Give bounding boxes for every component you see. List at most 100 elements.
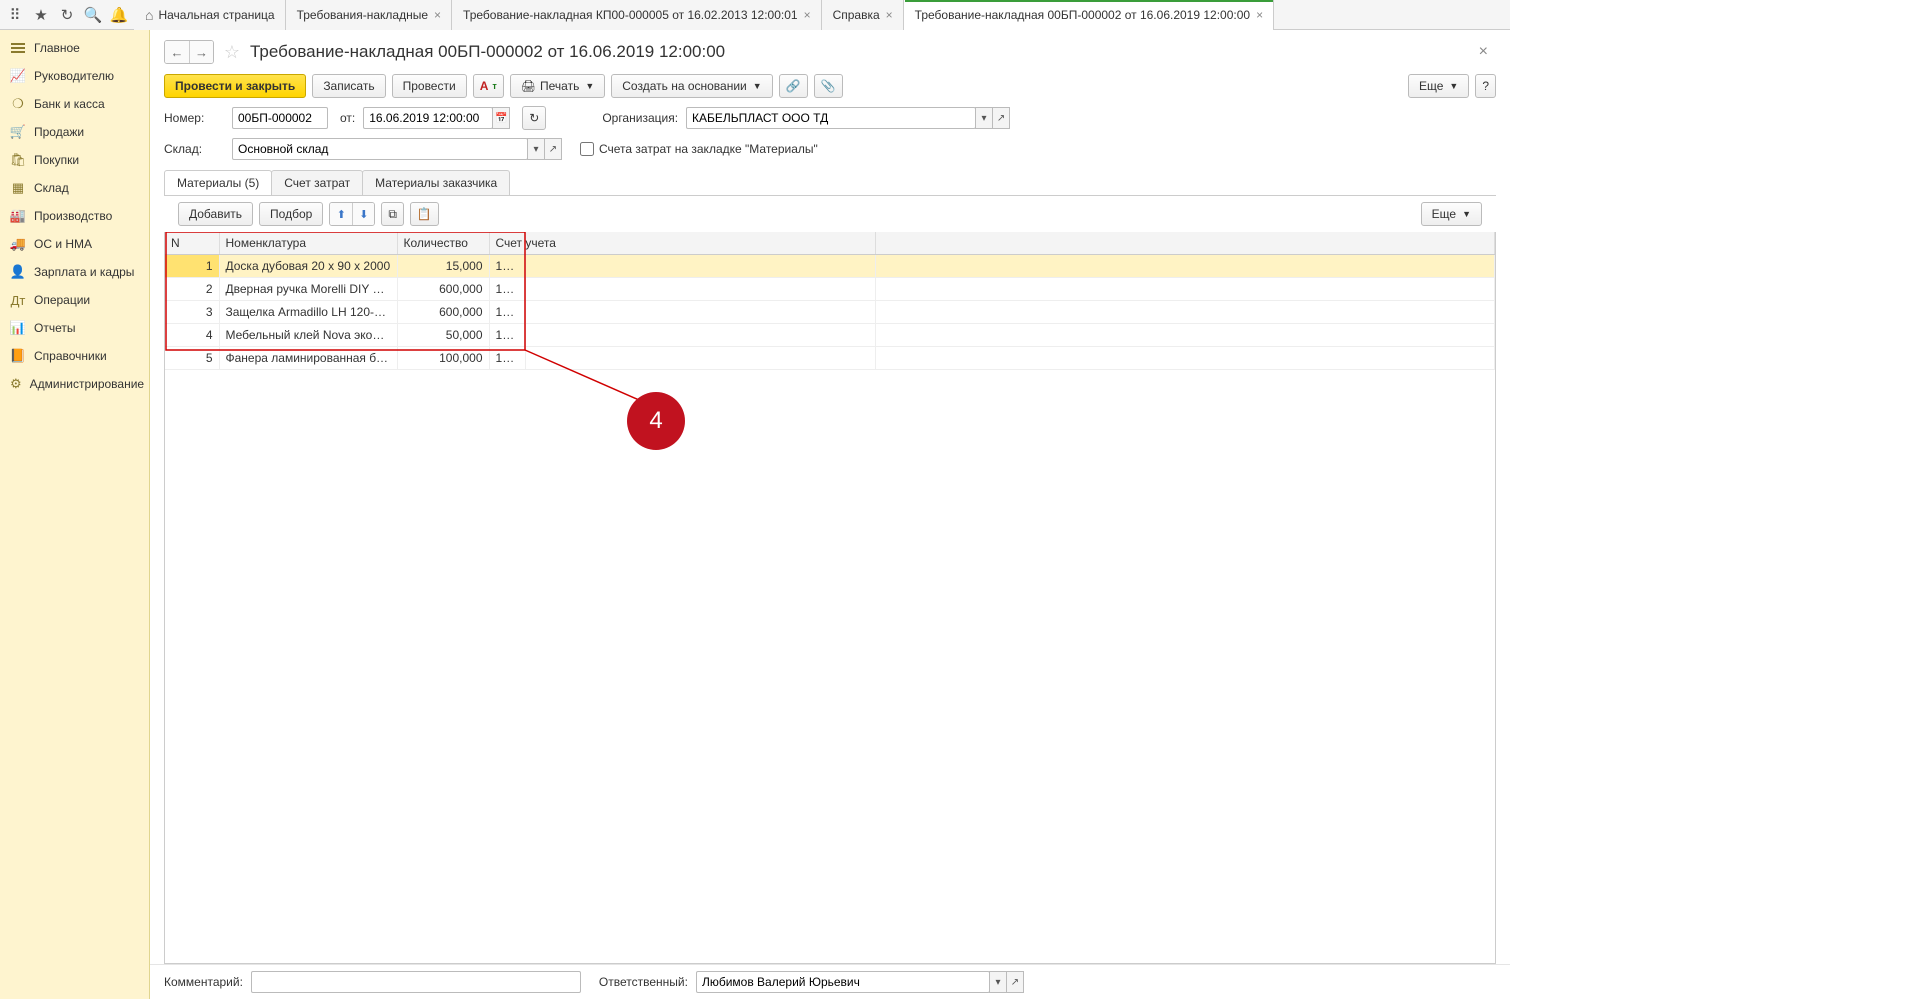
cell-empty2 (875, 301, 1494, 324)
sidebar-item[interactable]: 📙Справочники (0, 342, 149, 370)
whs-open-icon[interactable]: ↗ (544, 138, 562, 160)
cell-empty1 (525, 278, 875, 301)
nav-back-button[interactable]: ← (165, 41, 189, 63)
org-input[interactable] (686, 107, 976, 129)
search-icon[interactable]: 🔍 (80, 1, 106, 29)
post-button[interactable]: Провести (392, 74, 467, 98)
sidebar-item[interactable]: Главное (0, 34, 149, 62)
resp-dropdown-icon[interactable]: ▾ (989, 971, 1007, 993)
form-tab[interactable]: Счет затрат (271, 170, 363, 195)
top-tab[interactable]: Требование-накладная 00БП-000002 от 16.0… (904, 0, 1274, 30)
table-more-button[interactable]: Еще▼ (1421, 202, 1482, 226)
close-page-button[interactable]: × (1471, 43, 1496, 61)
attachment-button[interactable]: 📎 (814, 74, 843, 98)
sidebar-item[interactable]: 🛒Продажи (0, 118, 149, 146)
responsible-input[interactable] (696, 971, 990, 993)
sidebar-item[interactable]: 🛍Покупки (0, 146, 149, 174)
sidebar-item-label: Банк и касса (34, 97, 105, 111)
top-tab[interactable]: Требование-накладная КП00-000005 от 16.0… (452, 0, 822, 30)
sidebar-item[interactable]: ▦Склад (0, 174, 149, 202)
sidebar: Главное 📈Руководителю❍Банк и касса🛒Продаж… (0, 30, 150, 999)
comment-input[interactable] (251, 971, 581, 993)
cell-quantity: 15,000 (397, 255, 489, 278)
table-row[interactable]: 5Фанера ламинированная береза...100,0001… (165, 347, 1495, 370)
date-input[interactable] (363, 107, 493, 129)
post-and-close-button[interactable]: Провести и закрыть (164, 74, 306, 98)
star-icon[interactable]: ★ (28, 1, 54, 29)
close-icon[interactable]: × (886, 8, 893, 22)
add-row-button[interactable]: Добавить (178, 202, 253, 226)
sidebar-item[interactable]: 📊Отчеты (0, 314, 149, 342)
sidebar-item-label: Операции (34, 293, 90, 307)
cell-empty1 (525, 324, 875, 347)
col-header-quantity[interactable]: Количество (397, 232, 489, 255)
form-tab[interactable]: Материалы (5) (164, 170, 272, 195)
table-row[interactable]: 2Дверная ручка Morelli DIY MH-03600,0001… (165, 278, 1495, 301)
cell-account: 10.01 (489, 301, 525, 324)
refresh-icon[interactable]: ↻ (522, 106, 546, 130)
sidebar-item[interactable]: 🚚ОС и НМА (0, 230, 149, 258)
top-tab[interactable]: Требования-накладные× (286, 0, 452, 30)
sidebar-item-label: Зарплата и кадры (34, 265, 134, 279)
more-button[interactable]: Еще▼ (1408, 74, 1469, 98)
table-row[interactable]: 4Мебельный клей Nova эконом 15...50,0001… (165, 324, 1495, 347)
tab-label: Требование-накладная 00БП-000002 от 16.0… (915, 8, 1250, 22)
sidebar-item-label: Главное (34, 41, 80, 55)
sidebar-item[interactable]: 📈Руководителю (0, 62, 149, 90)
responsible-label: Ответственный: (599, 975, 688, 989)
favorite-star-icon[interactable]: ☆ (220, 41, 244, 63)
dk-button[interactable]: Ат (473, 74, 504, 98)
cell-nomenclature: Дверная ручка Morelli DIY MH-03 (219, 278, 397, 301)
save-button[interactable]: Записать (312, 74, 385, 98)
sidebar-item[interactable]: 👤Зарплата и кадры (0, 258, 149, 286)
col-header-nomenclature[interactable]: Номенклатура (219, 232, 397, 255)
cell-n: 3 (165, 301, 219, 324)
cell-empty2 (875, 324, 1494, 347)
move-down-button[interactable]: ⬇ (352, 203, 374, 225)
org-open-icon[interactable]: ↗ (992, 107, 1010, 129)
calendar-icon[interactable]: 📅 (492, 107, 510, 129)
resp-open-icon[interactable]: ↗ (1006, 971, 1024, 993)
sidebar-icon: 🛍 (10, 152, 26, 168)
top-tab[interactable]: Начальная страница (134, 0, 286, 30)
col-header-n[interactable]: N (165, 232, 219, 255)
table-row[interactable]: 3Защелка Armadillo LH 120-45-25 ...600,0… (165, 301, 1495, 324)
print-button[interactable]: 🖨Печать▼ (510, 74, 605, 98)
whs-dropdown-icon[interactable]: ▾ (527, 138, 545, 160)
bell-icon[interactable]: 🔔 (106, 1, 132, 29)
warehouse-input[interactable] (232, 138, 528, 160)
sidebar-item[interactable]: 🏭Производство (0, 202, 149, 230)
cost-accounts-checkbox[interactable] (580, 142, 594, 156)
history-icon[interactable]: ↻ (54, 1, 80, 29)
sidebar-item-label: Отчеты (34, 321, 75, 335)
sidebar-item[interactable]: ДтОперации (0, 286, 149, 314)
org-label: Организация: (602, 111, 678, 125)
cell-empty2 (875, 347, 1494, 370)
top-tab[interactable]: Справка× (822, 0, 904, 30)
close-icon[interactable]: × (1256, 8, 1263, 22)
create-based-button[interactable]: Создать на основании▼ (611, 74, 772, 98)
close-icon[interactable]: × (804, 8, 811, 22)
table-row[interactable]: 1Доска дубовая 20 х 90 х 200015,00010.01 (165, 255, 1495, 278)
cell-n: 2 (165, 278, 219, 301)
sidebar-item-label: Склад (34, 181, 69, 195)
link-button[interactable]: 🔗 (779, 74, 808, 98)
nav-forward-button[interactable]: → (189, 41, 213, 63)
apps-icon[interactable]: ⠿ (2, 1, 28, 29)
tab-label: Начальная страница (158, 8, 274, 22)
sidebar-item[interactable]: ❍Банк и касса (0, 90, 149, 118)
form-tab[interactable]: Материалы заказчика (362, 170, 510, 195)
org-dropdown-icon[interactable]: ▾ (975, 107, 993, 129)
col-header-account[interactable]: Счет учета (489, 232, 875, 255)
copy-button[interactable]: ⧉ (381, 202, 404, 226)
paste-button[interactable]: 📋 (410, 202, 439, 226)
close-icon[interactable]: × (434, 8, 441, 22)
sidebar-item[interactable]: ⚙Администрирование (0, 370, 149, 398)
move-up-button[interactable]: ⬆ (330, 203, 352, 225)
warehouse-label: Склад: (164, 142, 224, 156)
help-button[interactable]: ? (1475, 74, 1496, 98)
pick-button[interactable]: Подбор (259, 202, 323, 226)
sidebar-item-label: ОС и НМА (34, 237, 92, 251)
number-input[interactable] (232, 107, 328, 129)
cost-accounts-label: Счета затрат на закладке "Материалы" (599, 142, 818, 156)
